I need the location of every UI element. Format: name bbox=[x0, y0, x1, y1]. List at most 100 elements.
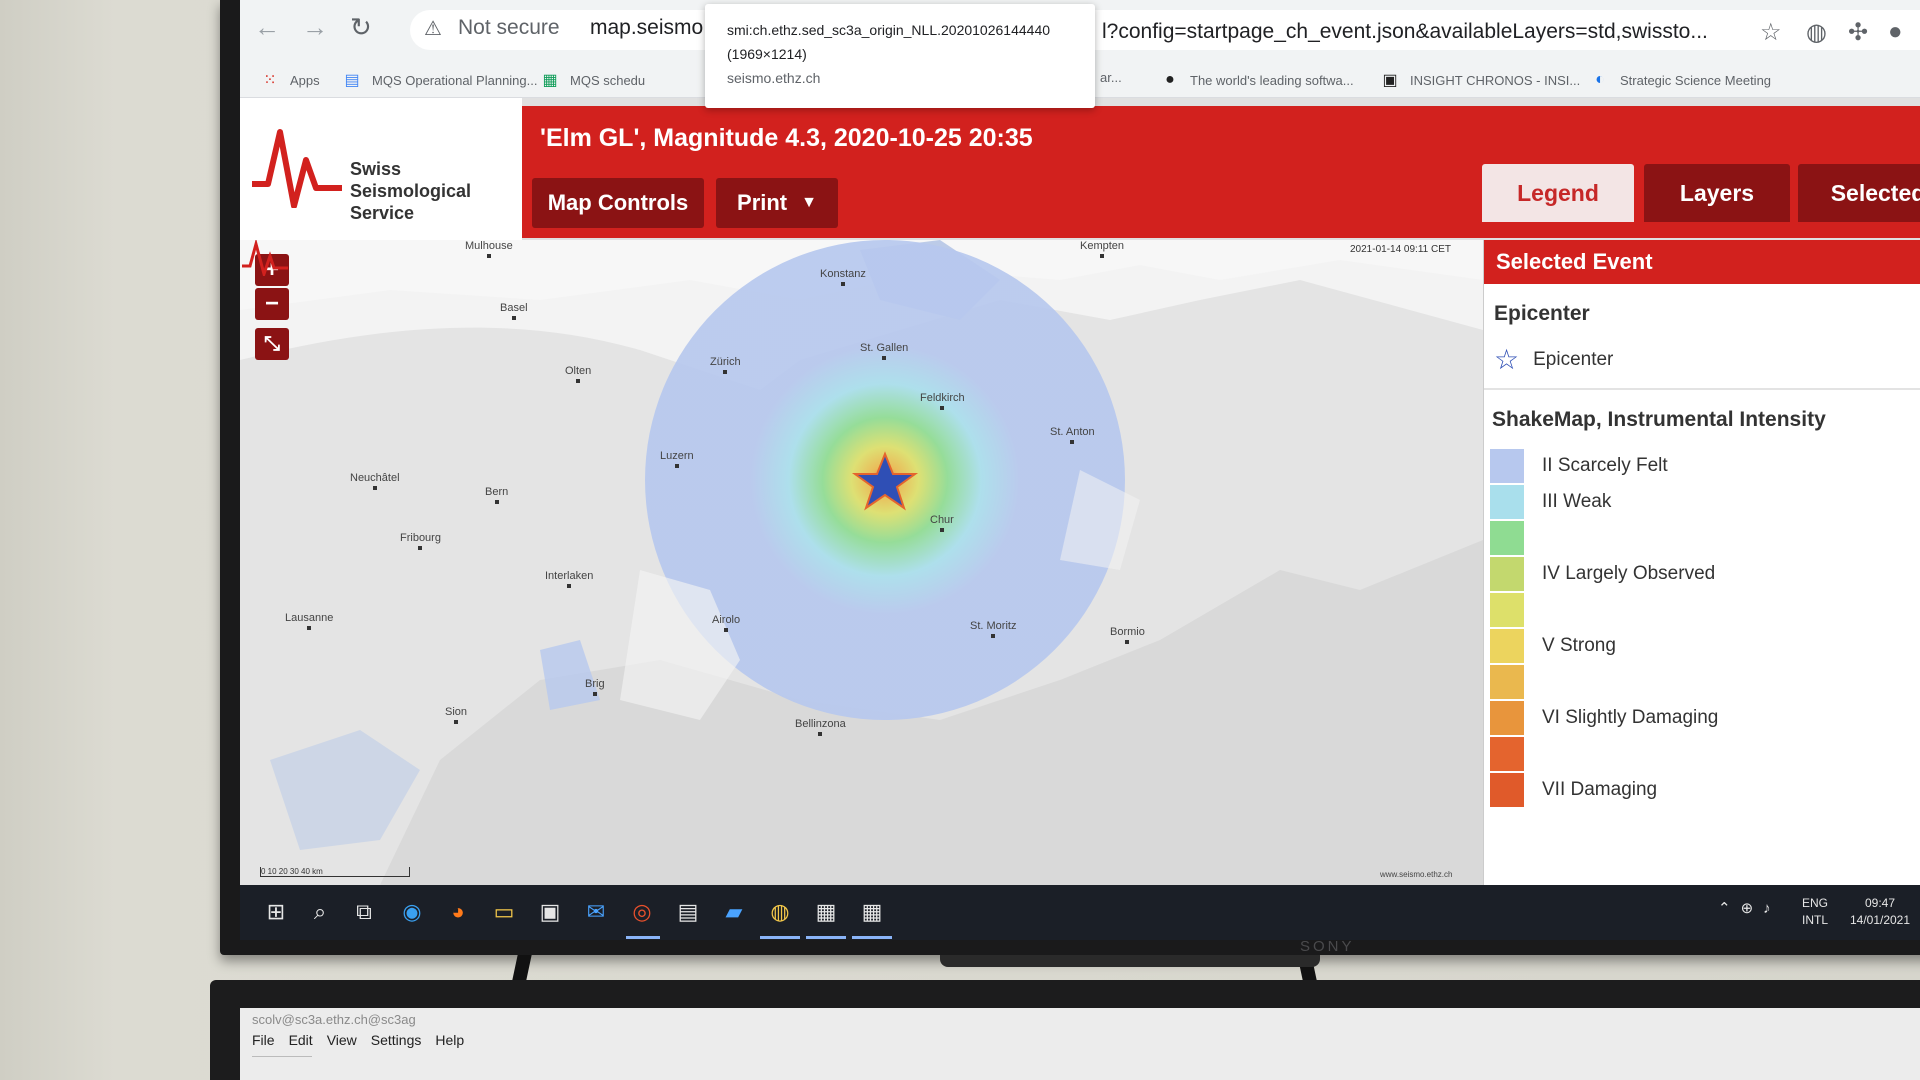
fullscreen-button[interactable]: ⤡ bbox=[255, 328, 289, 360]
menu-edit[interactable]: Edit bbox=[289, 1032, 313, 1048]
legend-swatch bbox=[1490, 773, 1524, 807]
legend-label: V Strong bbox=[1542, 635, 1616, 656]
print-button[interactable]: Print ▼ bbox=[716, 178, 838, 228]
file-explorer-icon[interactable]: ▭ bbox=[488, 897, 520, 927]
city-label: Interlaken bbox=[545, 570, 594, 588]
tray-icons[interactable]: ⌃⊕♪ bbox=[1718, 899, 1781, 917]
legend-row bbox=[1490, 736, 1542, 772]
bookmark-label: ar... bbox=[1100, 70, 1122, 85]
forward-icon[interactable]: → bbox=[302, 12, 328, 43]
bookmark-label: The world's leading softwa... bbox=[1190, 72, 1354, 88]
city-label: Sion bbox=[445, 706, 468, 724]
menu-file[interactable]: File bbox=[252, 1032, 275, 1048]
terminal-2-icon[interactable]: ▦ bbox=[856, 897, 888, 927]
input-language[interactable]: ENG INTL bbox=[1802, 895, 1828, 929]
tooltip-title: smi:ch.ethz.sed_sc3a_origin_NLL.20201026… bbox=[727, 22, 1051, 38]
bookmark-apps[interactable]: ⁙ Apps bbox=[260, 70, 320, 90]
panel-header: Selected Event bbox=[1484, 240, 1920, 284]
store-icon[interactable]: ▣ bbox=[534, 897, 566, 927]
shakemap-heading: ShakeMap, Instrumental Intensity bbox=[1492, 408, 1826, 431]
mail-icon[interactable]: ✉ bbox=[580, 897, 612, 927]
zoom-app-icon[interactable]: ▰ bbox=[718, 897, 750, 927]
bookmark-label: Apps bbox=[290, 72, 320, 88]
windows-start-icon[interactable]: ⊞ bbox=[260, 897, 292, 927]
city-label: St. Gallen bbox=[860, 342, 909, 360]
legend-swatch bbox=[1490, 557, 1524, 591]
extension-circle-icon[interactable]: ◍ bbox=[1806, 18, 1827, 47]
profile-icon[interactable]: ● bbox=[1888, 18, 1903, 46]
menu-bar: File Edit View Settings Help bbox=[252, 1032, 464, 1048]
active-indicator bbox=[852, 936, 892, 939]
sed-logo[interactable]: Swiss Seismological Service bbox=[240, 98, 522, 240]
legend-row bbox=[1490, 664, 1542, 700]
back-icon[interactable]: ← bbox=[254, 12, 280, 43]
zoom-out-button[interactable]: − bbox=[255, 288, 289, 320]
bookmark-strategic-science[interactable]: ◐ Strategic Science Meeting bbox=[1590, 70, 1771, 90]
search-icon[interactable]: ⌕ bbox=[304, 897, 336, 927]
map-controls-button[interactable]: Map Controls bbox=[532, 178, 704, 228]
bookmark-mqs-schedule[interactable]: ▦ MQS schedu bbox=[540, 70, 645, 90]
legend-row-epicenter: ☆ Epicenter bbox=[1494, 343, 1613, 376]
second-monitor-screen: scolv@sc3a.ethz.ch@sc3ag File Edit View … bbox=[240, 1008, 1920, 1080]
bookmark-label: INSIGHT CHRONOS - INSI... bbox=[1410, 72, 1581, 88]
firefox-icon[interactable]: ◕ bbox=[442, 897, 474, 927]
url-host: map.seismo. bbox=[590, 16, 710, 39]
city-label: Basel bbox=[500, 302, 528, 320]
docs-icon: ▤ bbox=[344, 72, 360, 89]
event-title: 'Elm GL', Magnitude 4.3, 2020-10-25 20:3… bbox=[540, 124, 1033, 152]
tab-selected[interactable]: Selected bbox=[1798, 164, 1920, 222]
meeting-icon: ◐ bbox=[1595, 71, 1605, 88]
logo-line-2: Service bbox=[350, 203, 415, 223]
puzzle-icon[interactable]: ✣ bbox=[1848, 18, 1868, 47]
edge-icon[interactable]: ◉ bbox=[396, 897, 428, 927]
tab-layers[interactable]: Layers bbox=[1644, 164, 1790, 222]
city-label: Chur bbox=[930, 514, 954, 532]
legend-label: VI Slightly Damaging bbox=[1542, 707, 1719, 728]
legend-row: V Strong bbox=[1490, 628, 1616, 664]
menu-settings[interactable]: Settings bbox=[371, 1032, 422, 1048]
bookmark-label: MQS schedu bbox=[570, 72, 646, 88]
tooltip-size: (1969×1214) bbox=[727, 46, 807, 62]
star-icon[interactable]: ☆ bbox=[1760, 18, 1782, 47]
legend-swatch bbox=[1490, 485, 1524, 519]
city-label: Bellinzona bbox=[795, 718, 846, 736]
ubuntu-icon[interactable]: ◎ bbox=[626, 897, 658, 927]
lang-code: ENG bbox=[1802, 896, 1829, 910]
task-view-icon[interactable]: ⧉ bbox=[348, 897, 380, 927]
city-label: St. Anton bbox=[1050, 426, 1095, 444]
bookmark-ar[interactable]: ar... bbox=[1100, 70, 1122, 85]
legend-row: VI Slightly Damaging bbox=[1490, 700, 1718, 736]
tooltip-domain: seismo.ethz.ch bbox=[727, 70, 821, 86]
github-icon: ● bbox=[1165, 71, 1175, 88]
warning-icon: ⚠ bbox=[424, 18, 442, 40]
clock[interactable]: 09:47 14/01/2021 bbox=[1847, 895, 1913, 929]
logo-text: Swiss Seismological Service bbox=[350, 158, 522, 224]
vnc-icon[interactable]: ▤ bbox=[672, 897, 704, 927]
chrome-icon[interactable]: ◍ bbox=[764, 897, 796, 927]
city-label: Mulhouse bbox=[465, 240, 513, 258]
url-path: l?config=startpage_ch_event.json&availab… bbox=[1102, 20, 1708, 43]
bookmark-insight-chronos[interactable]: ▣ INSIGHT CHRONOS - INSI... bbox=[1380, 70, 1580, 90]
map-view[interactable]: Mulhouse Konstanz Kempten Basel Zürich S… bbox=[240, 240, 1483, 885]
bookmark-github[interactable]: ● The world's leading softwa... bbox=[1160, 70, 1354, 90]
legend-swatch bbox=[1490, 629, 1524, 663]
window-title: scolv@sc3a.ethz.ch@sc3ag bbox=[252, 1012, 416, 1027]
reload-icon[interactable]: ↻ bbox=[350, 12, 372, 43]
terminal-icon[interactable]: ▦ bbox=[810, 897, 842, 927]
city-label: St. Moritz bbox=[970, 620, 1017, 638]
city-label: Bormio bbox=[1110, 626, 1145, 644]
legend-swatch bbox=[1490, 593, 1524, 627]
legend-label: II Scarcely Felt bbox=[1542, 455, 1668, 476]
legend-row: III Weak bbox=[1490, 484, 1611, 520]
bookmark-label: MQS Operational Planning... bbox=[372, 72, 538, 88]
apps-grid-icon: ⁙ bbox=[263, 72, 277, 89]
legend-panel: Selected Event Epicenter ☆ Epicenter Sha… bbox=[1483, 240, 1920, 885]
bookmark-mqs-planning[interactable]: ▤ MQS Operational Planning... bbox=[342, 70, 537, 90]
menu-help[interactable]: Help bbox=[435, 1032, 464, 1048]
legend-swatch bbox=[1490, 701, 1524, 735]
active-indicator bbox=[626, 936, 660, 939]
legend-row: IV Largely Observed bbox=[1490, 556, 1715, 592]
menu-view[interactable]: View bbox=[327, 1032, 357, 1048]
tab-legend[interactable]: Legend bbox=[1482, 164, 1634, 222]
app-header: Swiss Seismological Service 'Elm GL', Ma… bbox=[240, 98, 1920, 240]
